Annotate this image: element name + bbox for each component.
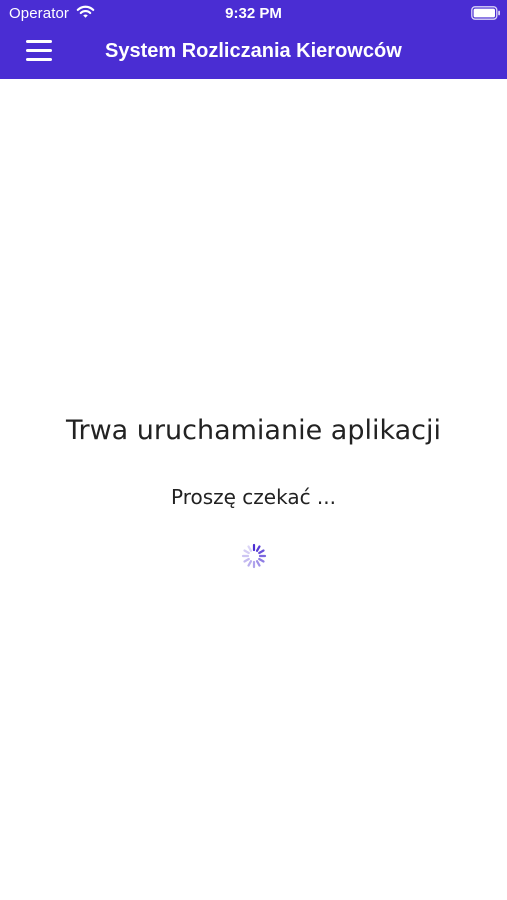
loading-subtitle: Proszę czekać ... [170, 485, 337, 509]
app-header: Operator 9:32 PM System Rozliczania Kier… [0, 0, 507, 79]
loading-spinner-icon [241, 543, 267, 569]
loading-title: Trwa uruchamianie aplikacji [65, 415, 442, 446]
battery-icon [471, 6, 500, 20]
menu-button[interactable] [22, 38, 56, 66]
loading-screen: Trwa uruchamianie aplikacji Proszę czeka… [0, 79, 507, 900]
status-time: 9:32 PM [225, 5, 282, 22]
status-bar: Operator 9:32 PM [0, 0, 507, 28]
navigation-bar: System Rozliczania Kierowców [0, 28, 507, 79]
page-title: System Rozliczania Kierowców [105, 40, 402, 62]
app-screen: Operator 9:32 PM System Rozliczania Kier… [0, 0, 507, 900]
